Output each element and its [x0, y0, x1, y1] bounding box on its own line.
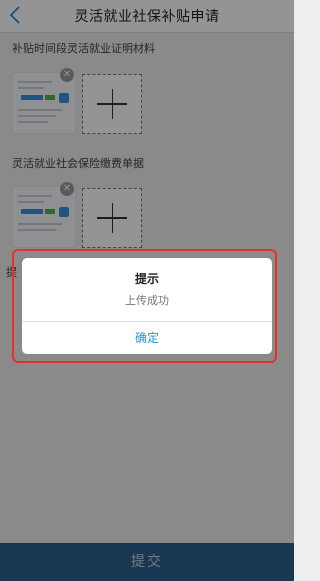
alert-dialog: 提示 上传成功 确定 [22, 258, 272, 354]
dialog-title: 提示 [134, 272, 159, 286]
dialog-message: 上传成功 [125, 294, 169, 307]
confirm-button[interactable]: 确定 [22, 322, 272, 354]
